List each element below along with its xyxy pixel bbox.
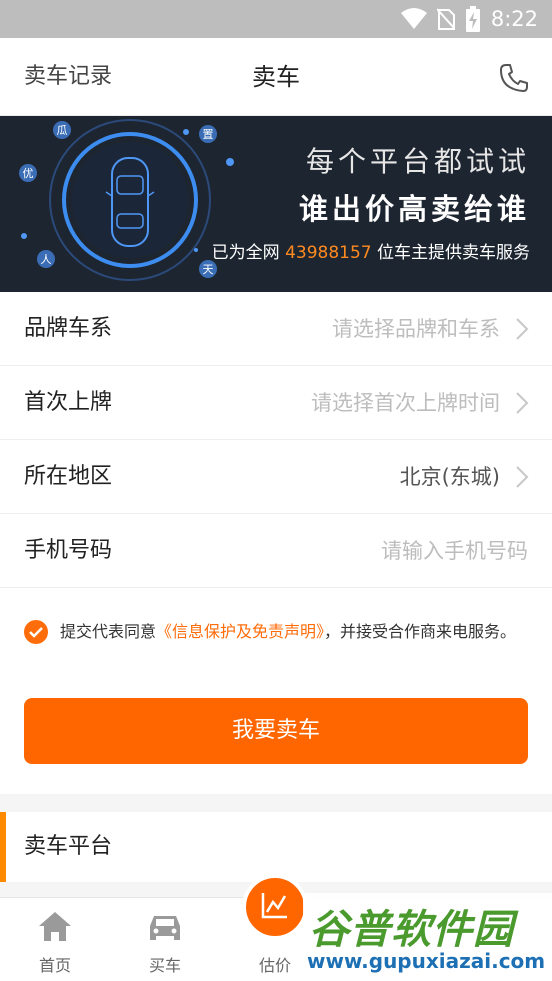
orbit-char: 置 (203, 128, 214, 141)
agreement-prefix: 提交代表同意 (60, 622, 157, 641)
tab-home-label: 首页 (38, 956, 71, 975)
chevron-right-icon (516, 466, 529, 488)
agreement-section: 提交代表同意《信息保护及免责声明》，并接受合作商来电服务。 我要卖车 (0, 590, 552, 794)
agreement-suffix: ，并接受合作商来电服务。 (324, 622, 517, 641)
check-icon (29, 627, 43, 638)
chevron-right-icon (516, 318, 529, 340)
sell-records-link[interactable]: 卖车记录 (24, 38, 112, 116)
battery-charging-icon (465, 6, 480, 32)
no-sim-icon (436, 8, 455, 30)
tab-home[interactable]: 首页 (0, 898, 110, 981)
banner-stats: 已为全网 43988157 位车主提供卖车服务 (212, 238, 530, 263)
first-plate-label: 首次上牌 (24, 390, 113, 415)
banner-slogan: 谁出价高卖给谁 (298, 192, 530, 226)
car-icon (150, 916, 180, 940)
watermark-name: 谷普软件园 (309, 907, 514, 953)
brand-row[interactable]: 品牌车系 请选择品牌和车系 (0, 292, 552, 366)
section-title: 卖车平台 (24, 834, 113, 859)
first-plate-row[interactable]: 首次上牌 请选择首次上牌时间 (0, 366, 552, 440)
phone-row: 手机号码 (0, 514, 552, 588)
region-row[interactable]: 所在地区 北京(东城) (0, 440, 552, 514)
header: 卖车记录 卖车 (0, 38, 552, 116)
status-bar: 8:22 (0, 0, 552, 38)
orbit-char: 瓜 (57, 124, 68, 137)
tab-buy-label: 买车 (148, 956, 181, 975)
region-label: 所在地区 (24, 464, 113, 489)
agreement-text: 提交代表同意《信息保护及免责声明》，并接受合作商来电服务。 (60, 620, 530, 643)
orbit-char: 优 (23, 167, 34, 180)
sell-form: 品牌车系 请选择品牌和车系 首次上牌 请选择首次上牌时间 所在地区 北京(东城)… (0, 292, 552, 590)
estimate-circle (242, 874, 308, 940)
wifi-icon (400, 8, 427, 29)
sell-banner[interactable]: 瓜 置 优 人 天 每个平台都试试 谁出价高卖给谁 已为全网 43988157 … (0, 116, 552, 292)
agree-checkbox[interactable] (24, 620, 48, 644)
brand-label: 品牌车系 (24, 316, 113, 341)
section-accent-bar (0, 812, 6, 882)
owner-count: 43988157 (285, 243, 372, 263)
banner-stats-suffix: 位车主提供卖车服务 (371, 243, 530, 263)
orbit-char: 人 (41, 253, 52, 266)
status-time: 8:22 (490, 7, 538, 31)
banner-headline: 每个平台都试试 (305, 145, 530, 178)
orbit-char: 天 (203, 263, 214, 276)
region-select[interactable]: 北京(东城) (400, 440, 500, 514)
site-watermark: 谷普软件园 www.gupuxiazai.com (303, 893, 552, 981)
banner-stats-prefix: 已为全网 (211, 243, 286, 263)
sell-car-button[interactable]: 我要卖车 (24, 698, 528, 764)
phone-input[interactable] (268, 532, 528, 570)
phone-label: 手机号码 (24, 538, 113, 563)
trend-chart-icon (261, 893, 287, 919)
brand-select[interactable]: 请选择品牌和车系 (332, 292, 500, 366)
tab-buy[interactable]: 买车 (110, 898, 220, 981)
chevron-right-icon (516, 392, 529, 414)
privacy-disclaimer-link[interactable]: 《信息保护及免责声明》 (156, 622, 324, 641)
phone-icon[interactable] (498, 62, 530, 94)
sell-platform-section: 卖车平台 (0, 812, 552, 882)
home-icon (39, 912, 71, 941)
watermark-url: www.gupuxiazai.com (307, 949, 546, 973)
first-plate-select[interactable]: 请选择首次上牌时间 (311, 366, 500, 440)
